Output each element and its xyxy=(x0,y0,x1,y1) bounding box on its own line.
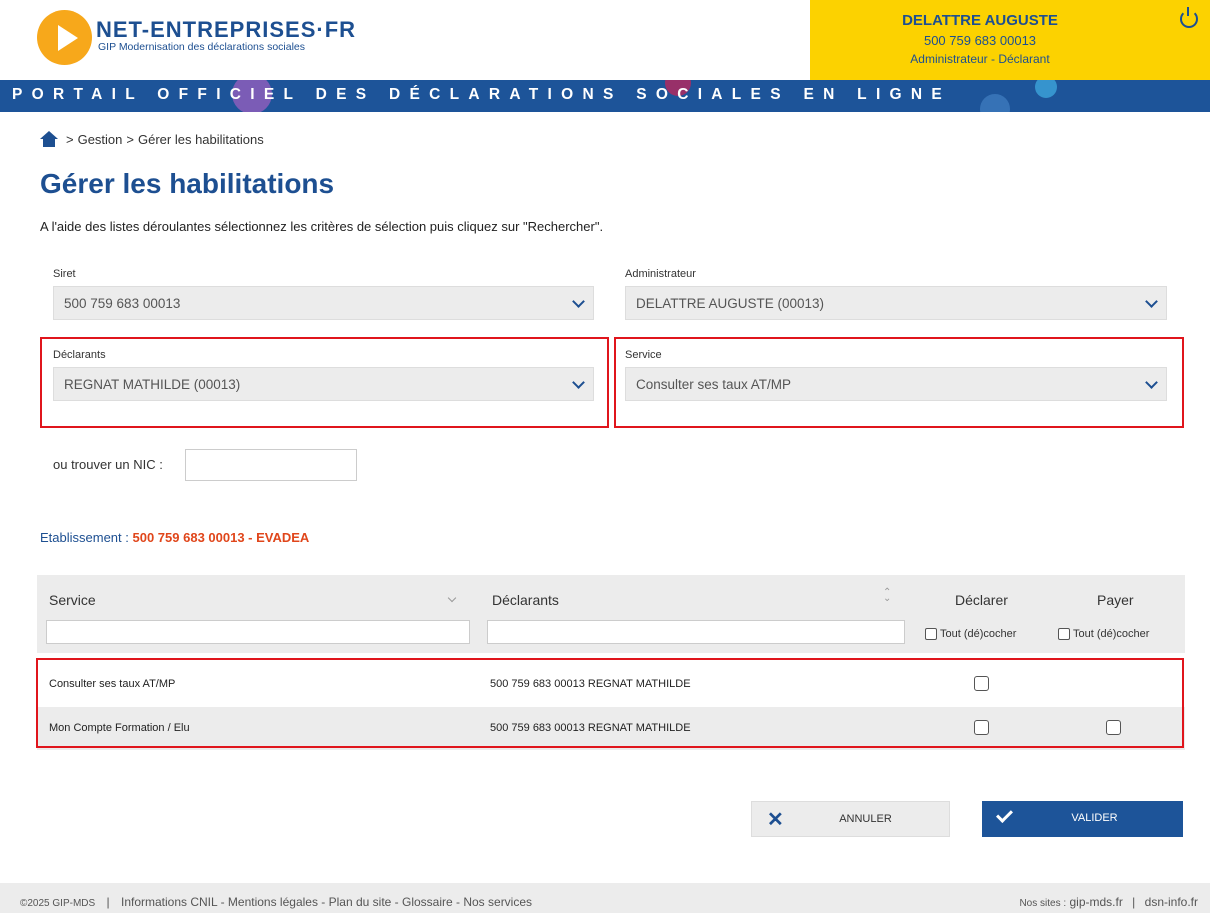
service-filter-input[interactable] xyxy=(46,620,470,644)
portal-banner: PORTAIL OFFICIEL DES DÉCLARATIONS SOCIAL… xyxy=(0,80,1210,112)
home-icon[interactable] xyxy=(40,130,58,147)
nic-input[interactable] xyxy=(185,449,357,481)
sort-both-icon[interactable]: ⌃ ⌄ xyxy=(883,588,891,604)
declarants-filter-input[interactable] xyxy=(487,620,905,644)
user-panel: DELATTRE AUGUSTE 500 759 683 00013 Admin… xyxy=(810,0,1210,80)
admin-value: DELATTRE AUGUSTE (00013) xyxy=(636,296,825,311)
checkbox-icon[interactable] xyxy=(1058,628,1070,640)
chevron-down-icon xyxy=(1145,295,1158,308)
chevron-down-icon xyxy=(1145,376,1158,389)
highlight-table-rows xyxy=(36,658,1184,748)
decor-dot xyxy=(1035,80,1057,98)
logo-play-icon[interactable] xyxy=(37,10,92,65)
banner-text: PORTAIL OFFICIEL DES DÉCLARATIONS SOCIAL… xyxy=(12,86,952,103)
service-value: Consulter ses taux AT/MP xyxy=(636,377,792,392)
col-header-declarer: Déclarer xyxy=(955,592,1008,608)
breadcrumb-gestion[interactable]: Gestion xyxy=(78,132,123,147)
checkbox-icon[interactable] xyxy=(925,628,937,640)
page-title: Gérer les habilitations xyxy=(40,168,335,199)
cancel-label: ANNULER xyxy=(839,813,892,825)
breadcrumb-separator: > xyxy=(66,132,74,147)
breadcrumb: > Gestion > Gérer les habilitations xyxy=(40,130,264,147)
user-name: DELATTRE AUGUSTE xyxy=(902,12,1058,29)
col-header-payer: Payer xyxy=(1097,592,1134,608)
header: NET-ENTREPRISES·FR GIP Modernisation des… xyxy=(0,0,1210,80)
nos-sites-label: Nos sites : xyxy=(1019,898,1067,909)
chevron-down-icon xyxy=(572,295,585,308)
table-header: Service Déclarants ⌃ ⌄ Déclarer Payer Tou… xyxy=(37,575,1185,653)
footer-divider: | xyxy=(1132,895,1136,909)
service-select[interactable]: Consulter ses taux AT/MP xyxy=(625,367,1167,401)
cancel-button[interactable]: ✕ ANNULER xyxy=(751,801,950,837)
declarants-label: Déclarants xyxy=(53,349,106,361)
toggle-all-label: Tout (dé)cocher xyxy=(940,628,1017,640)
col-header-declarants[interactable]: Déclarants xyxy=(492,592,559,608)
siret-value: 500 759 683 00013 xyxy=(64,296,181,311)
breadcrumb-separator: > xyxy=(126,132,134,147)
footer-links: ©2025 GIP-MDS | Informations CNIL - Ment… xyxy=(20,895,532,909)
service-label: Service xyxy=(625,349,662,361)
brand-tagline: GIP Modernisation des déclarations socia… xyxy=(98,41,306,53)
decor-dot xyxy=(980,94,1010,112)
brand-name[interactable]: NET-ENTREPRISES·FR xyxy=(96,17,356,43)
site-gip-mds-link[interactable]: gip-mds.fr xyxy=(1069,895,1122,909)
etablissement: Etablissement : 500 759 683 00013 - EVAD… xyxy=(40,530,309,545)
footer: ©2025 GIP-MDS | Informations CNIL - Ment… xyxy=(0,883,1210,913)
user-role: Administrateur - Déclarant xyxy=(910,52,1050,66)
power-icon[interactable] xyxy=(1180,7,1198,28)
footer-divider: | xyxy=(106,895,110,909)
footer-sites: Nos sites : gip-mds.fr | dsn-info.fr xyxy=(1019,895,1198,909)
siret-select[interactable]: 500 759 683 00013 xyxy=(53,286,594,320)
site-dsn-info-link[interactable]: dsn-info.fr xyxy=(1145,895,1198,909)
nic-label: ou trouver un NIC : xyxy=(53,457,163,472)
declarants-value: REGNAT MATHILDE (00013) xyxy=(64,377,241,392)
admin-label: Administrateur xyxy=(625,268,696,280)
sort-desc-icon[interactable] xyxy=(447,593,457,603)
declarer-toggle-all[interactable]: Tout (dé)cocher xyxy=(925,628,1016,640)
siret-label: Siret xyxy=(53,268,76,280)
user-siret: 500 759 683 00013 xyxy=(923,33,1037,48)
payer-toggle-all[interactable]: Tout (dé)cocher xyxy=(1058,628,1149,640)
validate-button[interactable]: VALIDER xyxy=(982,801,1183,837)
copyright: ©2025 GIP-MDS xyxy=(20,898,96,909)
col-header-service[interactable]: Service xyxy=(49,592,96,608)
intro-text: A l'aide des listes déroulantes sélectio… xyxy=(40,219,604,234)
footer-nav-links[interactable]: Informations CNIL - Mentions légales - P… xyxy=(121,895,532,909)
admin-select[interactable]: DELATTRE AUGUSTE (00013) xyxy=(625,286,1167,320)
validate-label: VALIDER xyxy=(1071,812,1118,824)
toggle-all-label: Tout (dé)cocher xyxy=(1073,628,1150,640)
chevron-down-icon xyxy=(572,376,585,389)
declarants-select[interactable]: REGNAT MATHILDE (00013) xyxy=(53,367,594,401)
etablissement-label: Etablissement : xyxy=(40,530,129,545)
etablissement-value: 500 759 683 00013 - EVADEA xyxy=(132,530,310,545)
breadcrumb-current: Gérer les habilitations xyxy=(138,132,264,147)
